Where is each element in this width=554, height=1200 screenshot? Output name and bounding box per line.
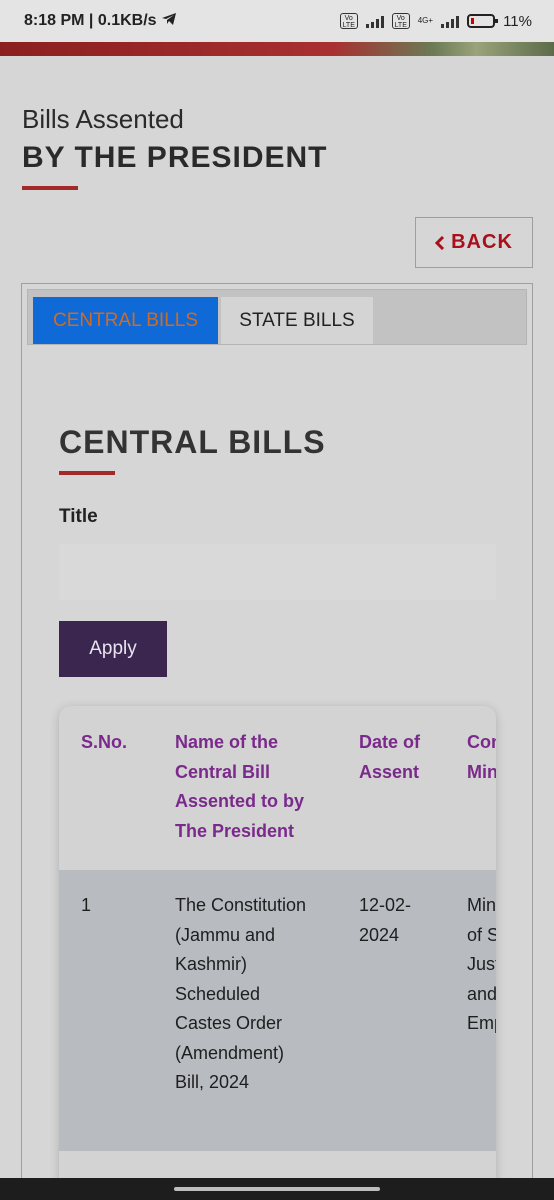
tab-central-bills-label: CENTRAL BILLS — [52, 309, 198, 331]
status-bar: 8:18 PM | 0.1KB/s Vo LTE Vo LTE 4G+ 11% — [0, 0, 554, 42]
bills-table: S.No. Name of the Central Bill Assented … — [59, 706, 496, 1186]
section-underline — [59, 471, 115, 475]
page-title: BY THE PRESIDENT — [22, 141, 328, 174]
tab-state-bills[interactable]: STATE BILLS — [221, 297, 373, 344]
page-subtitle: Bills Assented — [22, 104, 184, 134]
title-filter-input[interactable] — [59, 544, 496, 600]
battery-icon — [467, 14, 499, 28]
volte-icon: Vo LTE — [391, 13, 410, 29]
table-header-sno: S.No. — [81, 732, 128, 752]
table-cell-name: The Constitution (Jammu and Kashmir) Sch… — [175, 895, 307, 1092]
table-cell-sno: 1 — [81, 895, 92, 915]
tab-central-bills[interactable]: CENTRAL BILLS — [33, 297, 218, 344]
section-title: CENTRAL BILLS — [59, 424, 326, 460]
volte-icon: Vo LTE — [339, 13, 358, 29]
signal-icon — [365, 14, 384, 28]
table-cell-ministry: Ministry of Social Justice and Empowerme… — [467, 895, 496, 1033]
battery-percent: 11% — [503, 12, 532, 30]
table-header-date: Date of Assent — [359, 732, 421, 782]
telegram-icon — [162, 13, 176, 25]
network-type: 4G+ — [417, 16, 434, 25]
header-banner-strip — [0, 42, 554, 56]
back-button[interactable]: BACK — [415, 217, 533, 268]
table-cell-date: 12-02-2024 — [359, 895, 412, 945]
status-time: 8:18 PM | 0.1KB/s — [24, 12, 177, 30]
title-underline — [22, 186, 78, 190]
table-header-name: Name of the Central Bill Assented to by … — [175, 732, 305, 841]
apply-button[interactable]: Apply — [59, 621, 167, 677]
back-button-label: BACK — [451, 231, 513, 253]
title-filter-label: Title — [59, 506, 98, 527]
status-icons: Vo LTE Vo LTE 4G+ 11% — [339, 12, 532, 30]
table-header-ministry: Concerned Ministry — [467, 732, 496, 782]
network-speed-text: 0.1KB/s — [97, 12, 157, 29]
clock-text: 8:18 PM — [24, 12, 85, 29]
chevron-left-icon — [435, 235, 445, 250]
signal-icon — [441, 14, 460, 28]
home-gesture-handle[interactable] — [174, 1187, 380, 1191]
tab-state-bills-label: STATE BILLS — [239, 309, 355, 331]
